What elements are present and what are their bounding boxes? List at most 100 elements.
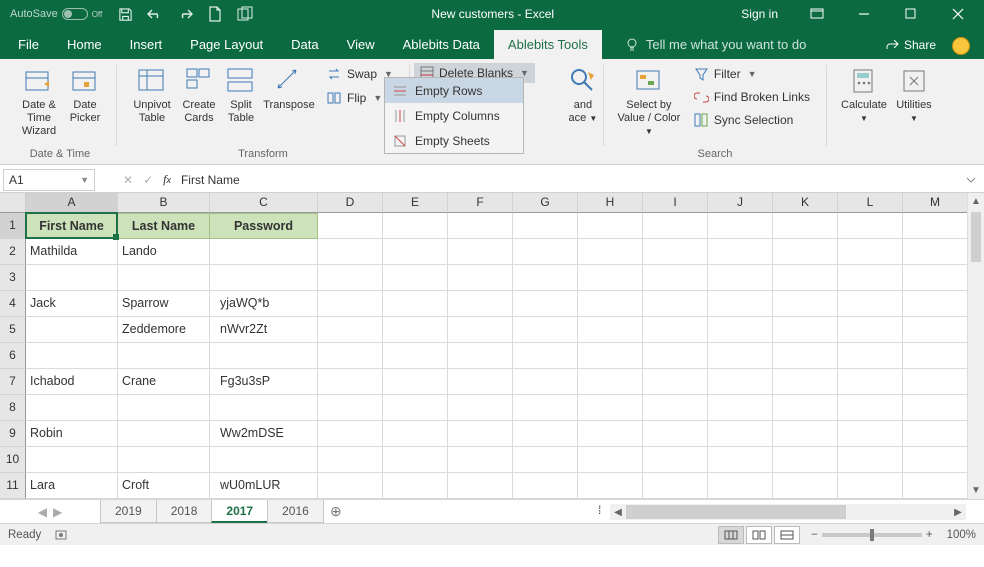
cell[interactable] bbox=[26, 447, 118, 473]
zoom-control[interactable]: − + 100% bbox=[811, 529, 976, 541]
cell[interactable] bbox=[513, 213, 578, 239]
find-replace-button[interactable]: andace ▼ bbox=[565, 63, 601, 127]
row-header[interactable]: 9 bbox=[0, 421, 26, 447]
cell[interactable] bbox=[838, 291, 903, 317]
cell[interactable] bbox=[448, 213, 513, 239]
filter-button[interactable]: Filter▼ bbox=[688, 63, 816, 85]
cell[interactable] bbox=[578, 369, 643, 395]
cell[interactable] bbox=[318, 421, 383, 447]
cell[interactable] bbox=[708, 421, 773, 447]
sheet-tab[interactable]: 2017 bbox=[211, 500, 268, 523]
cell[interactable] bbox=[448, 239, 513, 265]
row-header[interactable]: 8 bbox=[0, 395, 26, 421]
cell[interactable] bbox=[643, 291, 708, 317]
cell[interactable] bbox=[210, 239, 318, 265]
cell[interactable] bbox=[708, 317, 773, 343]
cell[interactable] bbox=[513, 239, 578, 265]
horizontal-scrollbar[interactable]: ◀ ▶ bbox=[610, 504, 966, 520]
cell[interactable] bbox=[838, 395, 903, 421]
cell[interactable] bbox=[318, 291, 383, 317]
menu-tab-insert[interactable]: Insert bbox=[116, 30, 177, 59]
calculate-button[interactable]: Calculate▼ bbox=[837, 63, 891, 127]
cell[interactable] bbox=[578, 317, 643, 343]
cell[interactable] bbox=[773, 317, 838, 343]
cell[interactable] bbox=[708, 395, 773, 421]
sheet-tab[interactable]: 2016 bbox=[267, 500, 324, 523]
scroll-right-icon[interactable]: ▶ bbox=[950, 507, 966, 518]
cell[interactable] bbox=[383, 213, 448, 239]
cell[interactable] bbox=[578, 213, 643, 239]
sheet-tab[interactable]: 2019 bbox=[100, 500, 157, 523]
cell[interactable] bbox=[578, 343, 643, 369]
new-file-icon[interactable] bbox=[202, 0, 228, 28]
menu-tab-ablebits-tools[interactable]: Ablebits Tools bbox=[494, 30, 602, 59]
cell[interactable] bbox=[578, 291, 643, 317]
cell[interactable] bbox=[838, 369, 903, 395]
utilities-button[interactable]: Utilities▼ bbox=[891, 63, 937, 127]
menu-tab-home[interactable]: Home bbox=[53, 30, 116, 59]
scroll-thumb[interactable] bbox=[626, 505, 846, 519]
create-cards-button[interactable]: CreateCards bbox=[177, 63, 221, 127]
menu-empty-rows[interactable]: Empty Rows bbox=[385, 78, 523, 103]
cell[interactable]: First Name bbox=[26, 213, 118, 239]
sync-selection-button[interactable]: Sync Selection bbox=[688, 109, 816, 131]
cell[interactable] bbox=[773, 291, 838, 317]
cell[interactable] bbox=[708, 239, 773, 265]
fx-icon[interactable]: fx bbox=[163, 172, 171, 187]
cell[interactable] bbox=[643, 239, 708, 265]
menu-tab-page-layout[interactable]: Page Layout bbox=[176, 30, 277, 59]
cell[interactable] bbox=[383, 473, 448, 499]
cell[interactable] bbox=[118, 447, 210, 473]
ribbon-display-icon[interactable] bbox=[794, 0, 839, 28]
cell[interactable] bbox=[513, 343, 578, 369]
row-header[interactable]: 3 bbox=[0, 265, 26, 291]
scroll-left-icon[interactable]: ◀ bbox=[610, 507, 626, 518]
cell[interactable] bbox=[210, 265, 318, 291]
cell[interactable] bbox=[318, 239, 383, 265]
cell[interactable] bbox=[383, 317, 448, 343]
cell[interactable] bbox=[118, 421, 210, 447]
cell[interactable]: Robin bbox=[26, 421, 118, 447]
column-header[interactable]: K bbox=[773, 193, 838, 213]
cell[interactable] bbox=[838, 317, 903, 343]
cell[interactable] bbox=[903, 291, 968, 317]
row-header[interactable]: 4 bbox=[0, 291, 26, 317]
row-header[interactable]: 11 bbox=[0, 473, 26, 499]
formula-input[interactable]: First Name bbox=[171, 169, 966, 191]
macro-record-icon[interactable] bbox=[55, 529, 69, 541]
transpose-button[interactable]: Transpose bbox=[261, 63, 317, 127]
cell[interactable]: Password bbox=[210, 213, 318, 239]
row-header[interactable]: 6 bbox=[0, 343, 26, 369]
cell[interactable] bbox=[903, 213, 968, 239]
feedback-smile-icon[interactable] bbox=[952, 37, 970, 55]
cell[interactable]: Lara bbox=[26, 473, 118, 499]
enter-formula-icon[interactable]: ✓ bbox=[143, 173, 153, 187]
redo-icon[interactable] bbox=[172, 0, 198, 28]
cell[interactable] bbox=[383, 239, 448, 265]
row-header[interactable]: 1 bbox=[0, 213, 26, 239]
cell[interactable] bbox=[26, 395, 118, 421]
select-all-corner[interactable] bbox=[0, 193, 26, 213]
quick-action-icon[interactable] bbox=[232, 0, 258, 28]
cell[interactable] bbox=[318, 447, 383, 473]
row-header[interactable]: 2 bbox=[0, 239, 26, 265]
menu-tab-ablebits-data[interactable]: Ablebits Data bbox=[389, 30, 494, 59]
cell[interactable] bbox=[513, 369, 578, 395]
cell[interactable] bbox=[708, 213, 773, 239]
cell[interactable] bbox=[643, 421, 708, 447]
cell[interactable] bbox=[210, 395, 318, 421]
view-normal-icon[interactable] bbox=[718, 526, 744, 544]
cell[interactable] bbox=[26, 317, 118, 343]
cell[interactable]: Mathilda bbox=[26, 239, 118, 265]
cell[interactable]: Lando bbox=[118, 239, 210, 265]
cell[interactable] bbox=[448, 395, 513, 421]
cell[interactable]: Jack bbox=[26, 291, 118, 317]
cell[interactable] bbox=[903, 447, 968, 473]
cell[interactable] bbox=[513, 421, 578, 447]
close-icon[interactable] bbox=[935, 0, 980, 28]
cell[interactable]: nWvr2Zt bbox=[210, 317, 318, 343]
cell[interactable] bbox=[26, 343, 118, 369]
cell[interactable] bbox=[318, 317, 383, 343]
cell[interactable] bbox=[838, 473, 903, 499]
cell[interactable] bbox=[448, 421, 513, 447]
